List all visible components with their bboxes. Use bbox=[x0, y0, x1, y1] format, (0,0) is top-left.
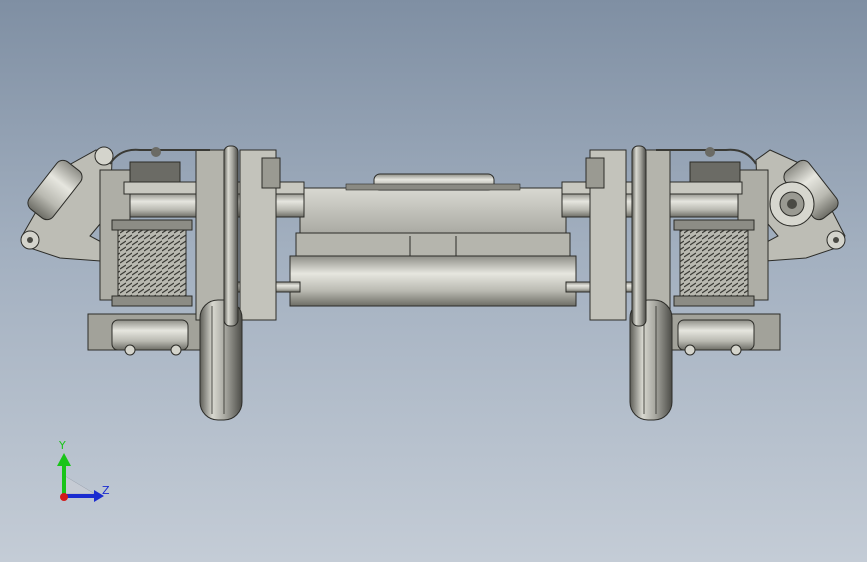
triad-z-label: Z bbox=[102, 484, 110, 497]
left-suspension[interactable] bbox=[20, 146, 305, 356]
center-beam[interactable] bbox=[289, 173, 577, 307]
triad-axes-icon bbox=[57, 453, 104, 502]
bogie-model[interactable] bbox=[0, 0, 867, 562]
graphics-viewport[interactable]: Y Z bbox=[0, 0, 867, 562]
right-suspension[interactable] bbox=[561, 147, 846, 356]
triad-y-label: Y bbox=[59, 439, 66, 452]
coordinate-triad[interactable]: Y Z bbox=[40, 436, 130, 516]
